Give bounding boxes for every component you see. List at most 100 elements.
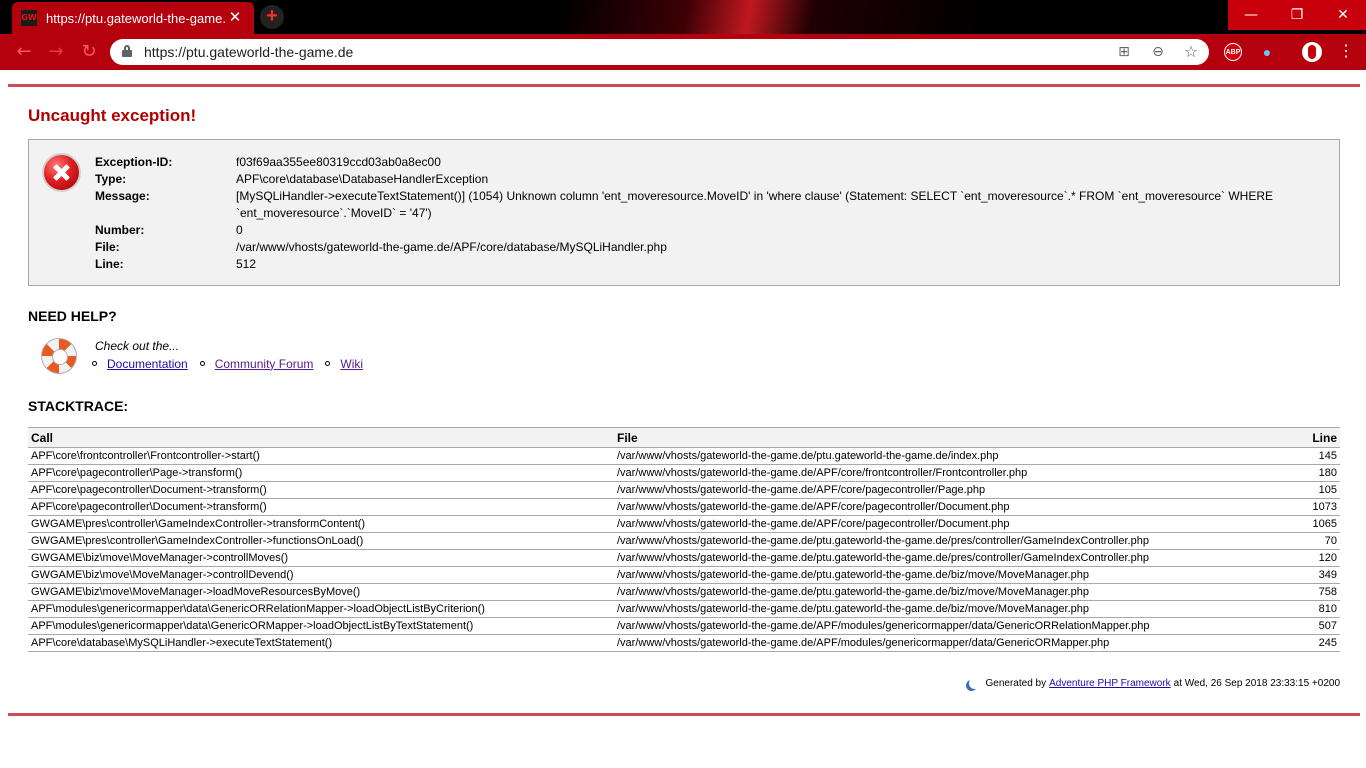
file-cell: /var/www/vhosts/gateworld-the-game.de/pt… (614, 549, 1254, 567)
table-row: APF\core\pagecontroller\Document->transf… (28, 481, 1340, 499)
table-header-row: Call File Line (28, 427, 1340, 448)
table-row: APF\core\pagecontroller\Page->transform(… (28, 464, 1340, 482)
exception-details-box: Exception-ID: f03f69aa355ee80319ccd03ab0… (28, 139, 1340, 286)
file-cell: /var/www/vhosts/gateworld-the-game.de/pt… (614, 447, 1254, 465)
footer-timestamp: at Wed, 26 Sep 2018 23:33:15 +0200 (1173, 678, 1340, 689)
line-cell: 507 (1254, 617, 1340, 635)
call-cell: APF\core\pagecontroller\Page->transform(… (28, 464, 614, 482)
address-bar[interactable]: https://ptu.gateworld-the-game.de ⊞ ⊖ ☆ (110, 39, 1209, 65)
field-value: 0 (236, 223, 243, 237)
top-divider (8, 84, 1360, 87)
call-cell: GWGAME\biz\move\MoveManager->controllDev… (28, 566, 614, 584)
tab-close-icon[interactable]: ✕ (226, 9, 244, 27)
window-minimize-button[interactable]: — (1228, 0, 1274, 30)
apf-logo-icon (969, 678, 980, 689)
file-cell: /var/www/vhosts/gateworld-the-game.de/AP… (614, 464, 1254, 482)
table-row: APF\core\pagecontroller\Document->transf… (28, 498, 1340, 516)
line-cell: 810 (1254, 600, 1340, 618)
file-cell: /var/www/vhosts/gateworld-the-game.de/pt… (614, 600, 1254, 618)
field-label: Number: (95, 223, 145, 237)
bullet-icon (199, 361, 205, 366)
field-label: Message: (95, 189, 150, 203)
call-cell: APF\core\frontcontroller\Frontcontroller… (28, 447, 614, 465)
reload-button[interactable]: ↻ (77, 40, 101, 64)
call-cell: GWGAME\biz\move\MoveManager->loadMoveRes… (28, 583, 614, 601)
page-title: Uncaught exception! (28, 106, 197, 125)
generated-by-footer: Generated by Adventure PHP Framework at … (966, 678, 1340, 689)
file-cell: /var/www/vhosts/gateworld-the-game.de/pt… (614, 566, 1254, 584)
file-cell: /var/www/vhosts/gateworld-the-game.de/pt… (614, 532, 1254, 550)
address-bar-url[interactable]: https://ptu.gateworld-the-game.de (144, 44, 353, 60)
wiki-link[interactable]: Wiki (340, 357, 363, 371)
file-cell: /var/www/vhosts/gateworld-the-game.de/pt… (614, 583, 1254, 601)
back-button[interactable]: ← (12, 40, 36, 64)
ghostery-extension-icon[interactable]: ● (1258, 43, 1276, 61)
new-tab-button[interactable]: + (260, 5, 284, 29)
field-value: f03f69aa355ee80319ccd03ab0a8ec00 (236, 155, 441, 169)
line-cell: 145 (1254, 447, 1340, 465)
call-cell: APF\core\pagecontroller\Document->transf… (28, 481, 614, 499)
line-cell: 349 (1254, 566, 1340, 584)
window-maximize-button[interactable]: ❐ (1274, 0, 1320, 30)
list-item: Community Forum (199, 355, 314, 372)
line-cell: 105 (1254, 481, 1340, 499)
stacktrace-table: Call File Line APF\core\frontcontroller\… (28, 427, 1340, 652)
line-cell: 180 (1254, 464, 1340, 482)
call-cell: GWGAME\biz\move\MoveManager->controllMov… (28, 549, 614, 567)
call-cell: APF\modules\genericormapper\data\Generic… (28, 600, 614, 618)
call-cell: APF\modules\genericormapper\data\Generic… (28, 617, 614, 635)
file-cell: /var/www/vhosts/gateworld-the-game.de/AP… (614, 515, 1254, 533)
field-label: Line: (95, 257, 124, 271)
lifebuoy-icon (41, 338, 77, 374)
line-cell: 1073 (1254, 498, 1340, 516)
file-cell: /var/www/vhosts/gateworld-the-game.de/AP… (614, 617, 1254, 635)
stacktrace-heading: STACKTRACE: (28, 398, 129, 414)
browser-titlebar: GW https://ptu.gateworld-the-game.de ✕ +… (0, 0, 1366, 34)
file-cell: /var/www/vhosts/gateworld-the-game.de/AP… (614, 481, 1254, 499)
forward-button[interactable]: → (44, 40, 68, 64)
titlebar-background-art (560, 0, 980, 34)
zoom-icon[interactable]: ⊖ (1148, 42, 1168, 62)
community-forum-link[interactable]: Community Forum (215, 357, 314, 371)
field-value: [MySQLiHandler->executeTextStatement()] … (236, 189, 1274, 220)
lock-icon[interactable] (122, 45, 132, 57)
documentation-link[interactable]: Documentation (107, 357, 188, 371)
call-cell: GWGAME\pres\controller\GameIndexControll… (28, 515, 614, 533)
line-cell: 120 (1254, 549, 1340, 567)
call-cell: APF\core\pagecontroller\Document->transf… (28, 498, 614, 516)
adventure-php-framework-link[interactable]: Adventure PHP Framework (1049, 678, 1171, 689)
page-content: Uncaught exception! Exception-ID: f03f69… (0, 70, 1366, 768)
table-row: APF\core\frontcontroller\Frontcontroller… (28, 447, 1340, 465)
tab-title: https://ptu.gateworld-the-game.de (46, 10, 226, 26)
field-label: File: (95, 240, 120, 254)
error-icon (42, 153, 81, 192)
call-cell: APF\core\database\MySQLiHandler->execute… (28, 634, 614, 652)
line-cell: 245 (1254, 634, 1340, 652)
field-label: Type: (95, 172, 127, 186)
site-favicon-icon: GW (21, 10, 37, 26)
table-row: GWGAME\pres\controller\GameIndexControll… (28, 532, 1340, 550)
line-cell: 70 (1254, 532, 1340, 550)
field-label: Exception-ID: (95, 155, 173, 169)
bookmark-star-icon[interactable]: ☆ (1181, 42, 1201, 62)
table-row: APF\modules\genericormapper\data\Generic… (28, 600, 1340, 618)
line-cell: 1065 (1254, 515, 1340, 533)
browser-toolbar: ← → ↻ https://ptu.gateworld-the-game.de … (0, 34, 1366, 70)
browser-tab-active[interactable]: GW https://ptu.gateworld-the-game.de ✕ (12, 2, 254, 34)
adblock-plus-extension-icon[interactable]: ABP (1224, 43, 1242, 61)
footer-prefix: Generated by (985, 678, 1047, 689)
translate-icon[interactable]: ⊞ (1114, 42, 1134, 62)
table-row: GWGAME\biz\move\MoveManager->controllMov… (28, 549, 1340, 567)
table-row: GWGAME\pres\controller\GameIndexControll… (28, 515, 1340, 533)
need-help-heading: NEED HELP? (28, 308, 117, 324)
profile-avatar-icon[interactable] (1302, 42, 1322, 62)
window-close-button[interactable]: ✕ (1320, 0, 1366, 30)
browser-menu-icon[interactable]: ⋮ (1336, 40, 1356, 64)
file-cell: /var/www/vhosts/gateworld-the-game.de/AP… (614, 634, 1254, 652)
column-header-file: File (614, 427, 1254, 448)
bullet-icon (92, 361, 97, 366)
table-row: APF\core\database\MySQLiHandler->execute… (28, 634, 1340, 652)
field-value: APF\core\database\DatabaseHandlerExcepti… (236, 172, 489, 186)
column-header-line: Line (1254, 427, 1340, 448)
file-cell: /var/www/vhosts/gateworld-the-game.de/AP… (614, 498, 1254, 516)
